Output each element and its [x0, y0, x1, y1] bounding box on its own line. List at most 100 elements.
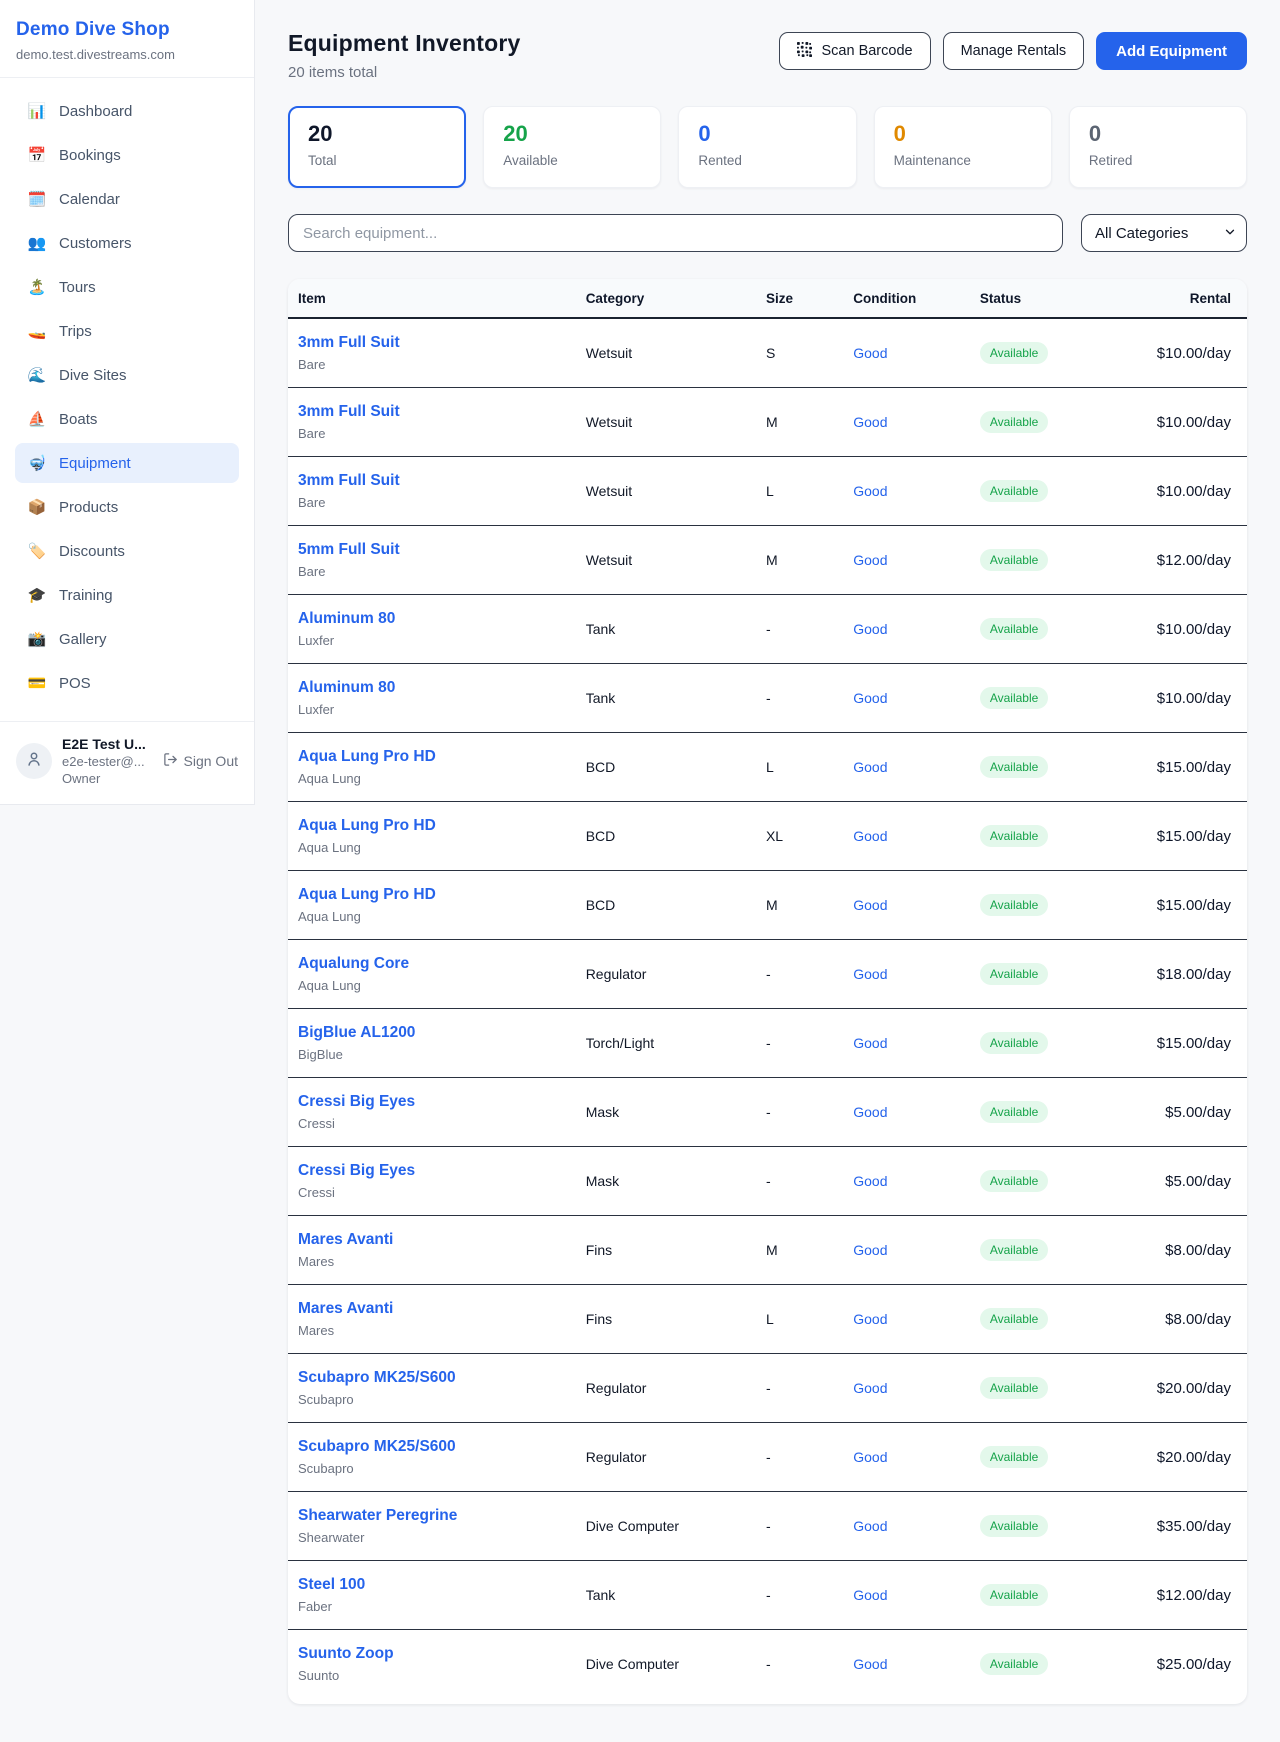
- size-cell: -: [756, 1078, 843, 1147]
- sidebar-item-label: Trips: [59, 323, 92, 340]
- sidebar-item-pos[interactable]: 💳POS: [15, 663, 239, 703]
- status-badge: Available: [980, 618, 1048, 640]
- category-cell: Regulator: [576, 1423, 756, 1492]
- item-cell: Aqua Lung Pro HD Aqua Lung: [288, 871, 576, 940]
- table-row: 3mm Full SuitBareWetsuitMGoodAvailable$1…: [288, 388, 1247, 457]
- condition-cell: Good: [843, 1423, 970, 1492]
- item-link[interactable]: Cressi Big Eyes: [298, 1161, 415, 1181]
- item-brand: Bare: [298, 495, 566, 511]
- item-brand: Aqua Lung: [298, 909, 566, 925]
- sidebar-item-training[interactable]: 🎓Training: [15, 575, 239, 615]
- category-cell: Dive Computer: [576, 1630, 756, 1699]
- stat-value: 0: [698, 121, 836, 147]
- sidebar-item-customers[interactable]: 👥Customers: [15, 223, 239, 263]
- rental-cell: $25.00/day: [1103, 1630, 1247, 1699]
- sidebar-item-products[interactable]: 📦Products: [15, 487, 239, 527]
- status-cell: Available: [970, 1561, 1103, 1630]
- table-row: Mares AvantiMaresFinsMGoodAvailable$8.00…: [288, 1216, 1247, 1285]
- scan-barcode-button[interactable]: Scan Barcode: [779, 32, 930, 70]
- discounts-icon: 🏷️: [27, 544, 47, 559]
- table-row: Shearwater PeregrineShearwaterDive Compu…: [288, 1492, 1247, 1561]
- stat-card-available[interactable]: 20Available: [483, 106, 661, 188]
- item-link[interactable]: Aqua Lung Pro HD: [298, 747, 436, 767]
- category-cell: Dive Computer: [576, 1492, 756, 1561]
- item-link[interactable]: 3mm Full Suit: [298, 333, 400, 353]
- table-row: Aqua Lung Pro HDAqua LungBCDLGoodAvailab…: [288, 733, 1247, 802]
- item-link[interactable]: Steel 100: [298, 1575, 365, 1595]
- status-cell: Available: [970, 1630, 1103, 1699]
- table-body: 3mm Full SuitBareWetsuitSGoodAvailable$1…: [288, 318, 1247, 1698]
- manage-rentals-label: Manage Rentals: [961, 43, 1067, 59]
- condition-cell: Good: [843, 802, 970, 871]
- sidebar-item-label: POS: [59, 675, 91, 692]
- status-cell: Available: [970, 526, 1103, 595]
- sidebar-item-discounts[interactable]: 🏷️Discounts: [15, 531, 239, 571]
- item-link[interactable]: Mares Avanti: [298, 1230, 393, 1250]
- item-link[interactable]: Shearwater Peregrine: [298, 1506, 457, 1526]
- user-icon: [25, 750, 43, 773]
- item-link[interactable]: Aluminum 80: [298, 609, 395, 629]
- item-brand: Scubapro: [298, 1392, 566, 1408]
- sidebar-item-tours[interactable]: 🏝️Tours: [15, 267, 239, 307]
- sign-out-button[interactable]: Sign Out: [163, 752, 238, 770]
- stat-card-rented[interactable]: 0Rented: [678, 106, 856, 188]
- sidebar-item-gallery[interactable]: 📸Gallery: [15, 619, 239, 659]
- manage-rentals-button[interactable]: Manage Rentals: [943, 32, 1085, 70]
- item-brand: BigBlue: [298, 1047, 566, 1063]
- item-cell: Scubapro MK25/S600 Scubapro: [288, 1354, 576, 1423]
- equipment-table-card: Item Category Size Condition Status Rent…: [288, 279, 1247, 1704]
- item-link[interactable]: 5mm Full Suit: [298, 540, 400, 560]
- size-cell: M: [756, 526, 843, 595]
- category-cell: Wetsuit: [576, 457, 756, 526]
- item-link[interactable]: Aqua Lung Pro HD: [298, 816, 436, 836]
- status-badge: Available: [980, 342, 1048, 364]
- item-link[interactable]: Aqualung Core: [298, 954, 409, 974]
- condition-cell: Good: [843, 1285, 970, 1354]
- item-cell: 5mm Full SuitBare: [288, 526, 576, 595]
- status-badge: Available: [980, 411, 1048, 433]
- item-link[interactable]: BigBlue AL1200: [298, 1023, 415, 1043]
- sidebar-item-dashboard[interactable]: 📊Dashboard: [15, 91, 239, 131]
- sidebar-item-equipment[interactable]: 🤿Equipment: [15, 443, 239, 483]
- sidebar-item-dive-sites[interactable]: 🌊Dive Sites: [15, 355, 239, 395]
- add-equipment-button[interactable]: Add Equipment: [1096, 32, 1247, 70]
- item-link[interactable]: Mares Avanti: [298, 1299, 393, 1319]
- item-link[interactable]: 3mm Full Suit: [298, 471, 400, 491]
- sidebar-item-calendar[interactable]: 🗓️Calendar: [15, 179, 239, 219]
- item-link[interactable]: Cressi Big Eyes: [298, 1092, 415, 1112]
- rental-cell: $10.00/day: [1103, 664, 1247, 733]
- sidebar-item-trips[interactable]: 🚤Trips: [15, 311, 239, 351]
- item-link[interactable]: 3mm Full Suit: [298, 402, 400, 422]
- user-role: Owner: [62, 770, 146, 787]
- table-header-row: Item Category Size Condition Status Rent…: [288, 279, 1247, 318]
- item-link[interactable]: Aluminum 80: [298, 678, 395, 698]
- status-cell: Available: [970, 1147, 1103, 1216]
- stats-row: 20Total20Available0Rented0Maintenance0Re…: [288, 106, 1247, 188]
- status-cell: Available: [970, 802, 1103, 871]
- sidebar-item-label: Equipment: [59, 455, 131, 472]
- item-link[interactable]: Aqua Lung Pro HD: [298, 885, 436, 905]
- item-link[interactable]: Suunto Zoop: [298, 1644, 394, 1664]
- col-category: Category: [576, 279, 756, 318]
- item-link[interactable]: Scubapro MK25/S600: [298, 1437, 456, 1457]
- category-select[interactable]: All Categories: [1081, 214, 1247, 252]
- sidebar-item-boats[interactable]: ⛵Boats: [15, 399, 239, 439]
- size-cell: L: [756, 733, 843, 802]
- sidebar-item-bookings[interactable]: 📅Bookings: [15, 135, 239, 175]
- search-input[interactable]: [288, 214, 1063, 252]
- status-badge: Available: [980, 1584, 1048, 1606]
- scan-barcode-label: Scan Barcode: [821, 43, 912, 59]
- stat-card-total[interactable]: 20Total: [288, 106, 466, 188]
- status-badge: Available: [980, 1377, 1048, 1399]
- category-cell: BCD: [576, 871, 756, 940]
- category-cell: Fins: [576, 1285, 756, 1354]
- rental-cell: $15.00/day: [1103, 871, 1247, 940]
- item-link[interactable]: Scubapro MK25/S600: [298, 1368, 456, 1388]
- size-cell: -: [756, 1492, 843, 1561]
- stat-card-maintenance[interactable]: 0Maintenance: [874, 106, 1052, 188]
- stat-card-retired[interactable]: 0Retired: [1069, 106, 1247, 188]
- item-brand: Mares: [298, 1254, 566, 1270]
- table-row: Scubapro MK25/S600ScubaproRegulator-Good…: [288, 1423, 1247, 1492]
- sidebar-item-label: Dashboard: [59, 103, 132, 120]
- condition-cell: Good: [843, 1216, 970, 1285]
